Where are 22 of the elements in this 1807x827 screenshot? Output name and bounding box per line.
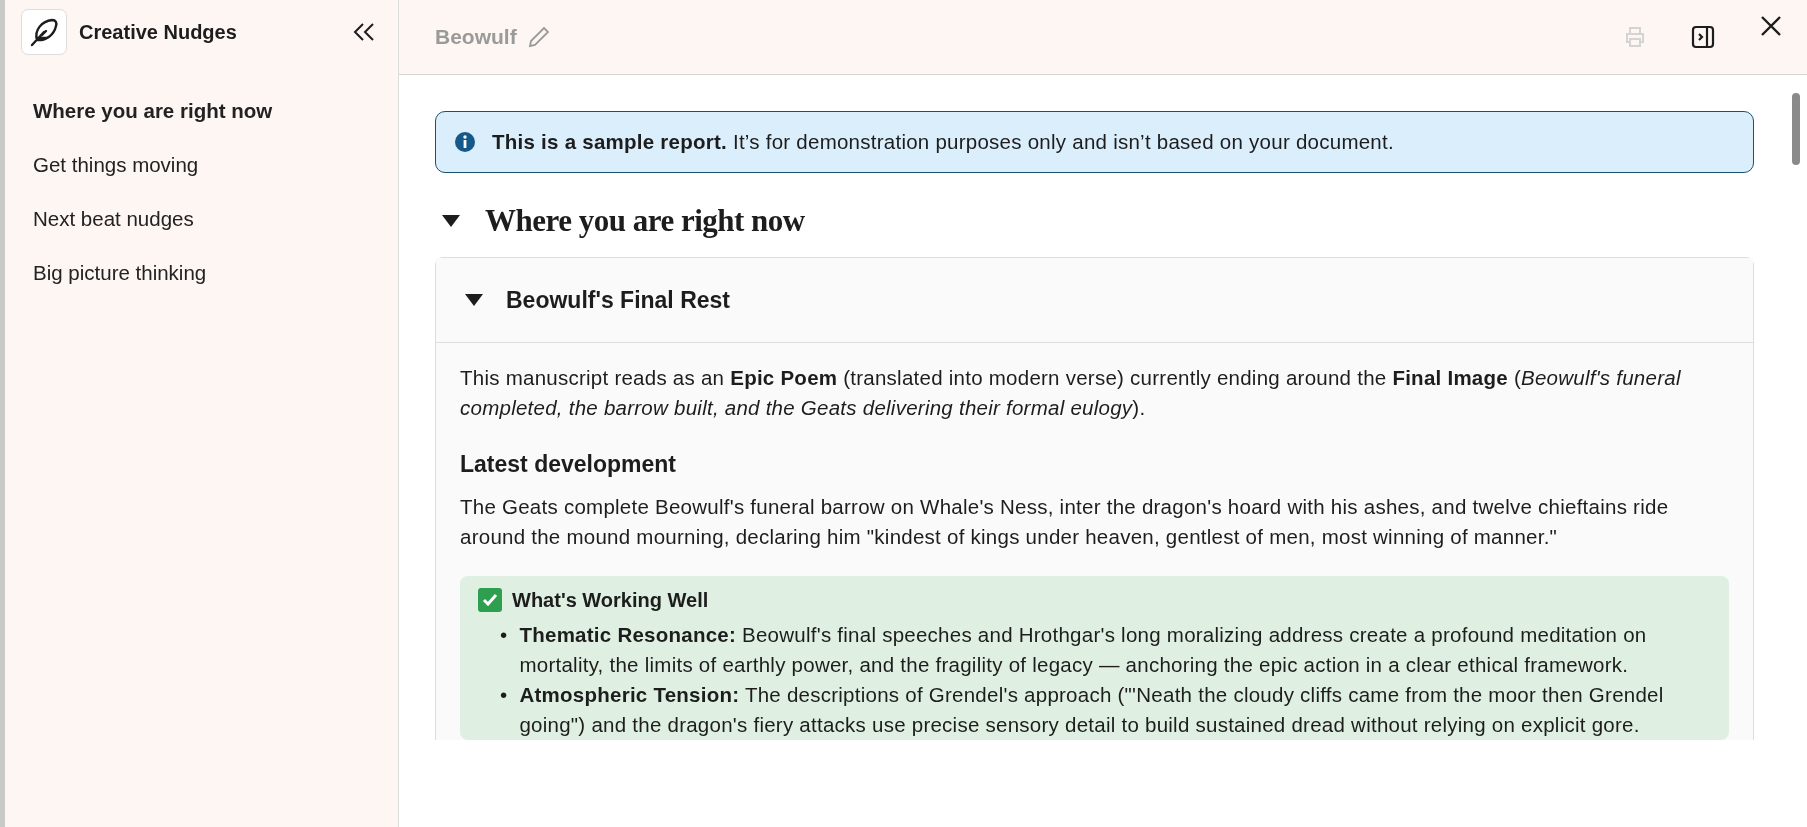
list-item: Atmospheric Tension: The descriptions of Grendel's approach ("'Neath the cloudy cliffs came from the moor then Grendel going") and the dragon's fiery attacks use precise sensory detail to build sustained dread without relying on explicit gore. — [519, 682, 1665, 738]
app-title: Creative Nudges — [79, 20, 238, 44]
info-icon — [454, 131, 476, 153]
feather-logo-icon — [21, 9, 67, 55]
expand-triangle-icon[interactable] — [441, 214, 461, 228]
sidebar-item[interactable]: Get things moving — [33, 138, 199, 192]
subheading: Latest development — [460, 451, 677, 478]
list-item: Thematic Resonance: Beowulf's final speeches and Hrothgar's long moralizing address create a profound meditation on mortality, the limits of earthly power, and the fragility of legacy — anchoring the epic action in a clear ethical framework. — [519, 622, 1648, 678]
sidebar-item[interactable]: Big picture thinking — [33, 246, 207, 300]
card-title: Beowulf's Final Rest — [506, 286, 730, 314]
edit-pencil-icon[interactable] — [526, 25, 551, 49]
summary-paragraph: This manuscript reads as an Epic Poem (translated into modern verse) currently ending around the Final Image (Beowulf's funeral completed, the barrow built, and the Geats delivering their formal eulogy). — [460, 365, 1682, 421]
document-title: Beowulf — [435, 25, 517, 49]
bullet-marker: • — [500, 682, 508, 708]
expand-triangle-icon[interactable] — [464, 293, 484, 307]
callout-title: What's Working Well — [512, 588, 709, 612]
sidebar-item[interactable]: Next beat nudges — [33, 192, 194, 246]
bullet-marker: • — [500, 622, 508, 648]
sample-report-notice: This is a sample report. It’s for demonstration purposes only and isn’t based on your document. — [492, 130, 1394, 154]
development-paragraph: The Geats complete Beowulf's funeral barrow on Whale's Ness, inter the dragon's hoard with his ashes, and twelve chieftains ride around the mound mourning, declaring him "kindest of kings under heaven, gentlest of men, most winning of manner." — [460, 494, 1670, 550]
section-heading: Where you are right now — [485, 203, 805, 239]
sidebar-item[interactable]: Where you are right now — [33, 84, 273, 138]
